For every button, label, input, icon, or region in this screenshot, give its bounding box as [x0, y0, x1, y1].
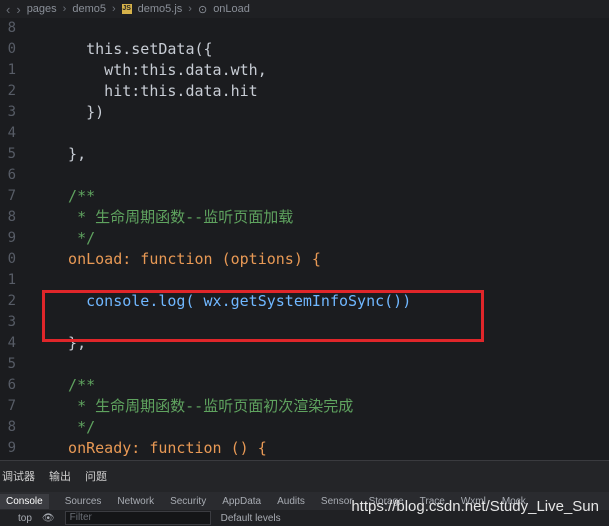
- line-number: 2: [7, 293, 16, 309]
- eye-icon[interactable]: 👁: [42, 513, 55, 524]
- chevron-right-icon: ›: [62, 3, 67, 15]
- context-select[interactable]: top: [18, 513, 32, 524]
- line-number: 4: [7, 335, 16, 351]
- line-number: 7: [7, 188, 16, 204]
- code-line[interactable]: wth:this.data.wth,: [50, 60, 267, 81]
- breadcrumb-item-function[interactable]: onLoad: [213, 3, 250, 15]
- tab-problems[interactable]: 问题: [85, 468, 107, 484]
- breadcrumb: ‹ › pages › demo5 › JS demo5.js › ⊙ onLo…: [0, 0, 609, 18]
- code-line[interactable]: */: [50, 417, 95, 438]
- code-line[interactable]: * 生命周期函数--监听页面加载: [50, 207, 293, 228]
- breadcrumb-item-pages[interactable]: pages: [27, 3, 57, 15]
- tab-security[interactable]: Security: [170, 496, 206, 507]
- line-number: 0: [7, 251, 16, 267]
- line-number: 6: [7, 377, 16, 393]
- tab-audits[interactable]: Audits: [277, 496, 305, 507]
- line-number: 6: [7, 167, 16, 183]
- code-line[interactable]: */: [50, 228, 95, 249]
- function-icon: ⊙: [197, 3, 208, 16]
- breadcrumb-item-demo5[interactable]: demo5: [72, 3, 106, 15]
- code-line[interactable]: /**: [50, 375, 95, 396]
- tab-console[interactable]: Console: [0, 493, 49, 509]
- code-line[interactable]: onReady: function () {: [50, 438, 267, 459]
- tab-sensor[interactable]: Sensor: [321, 496, 353, 507]
- code-line[interactable]: }): [50, 102, 104, 123]
- line-number: 2: [7, 83, 16, 99]
- code-line[interactable]: onLoad: function (options) {: [50, 249, 321, 270]
- tab-sources[interactable]: Sources: [65, 496, 102, 507]
- code-line[interactable]: /**: [50, 186, 95, 207]
- line-number: 7: [7, 398, 16, 414]
- line-number: 5: [7, 356, 16, 372]
- code-line[interactable]: * 生命周期函数--监听页面初次渲染完成: [50, 396, 353, 417]
- back-arrow-icon[interactable]: ‹: [6, 2, 10, 17]
- line-number: 9: [7, 230, 16, 246]
- line-number: 5: [7, 146, 16, 162]
- code-line[interactable]: this.setData({: [50, 39, 212, 60]
- breadcrumb-item-file[interactable]: demo5.js: [138, 3, 183, 15]
- line-number: 8: [7, 209, 16, 225]
- line-number: 0: [7, 41, 16, 57]
- line-number: 4: [7, 125, 16, 141]
- red-highlight-box: [42, 290, 484, 342]
- tab-debugger[interactable]: 调试器: [2, 468, 35, 484]
- line-number: 3: [7, 104, 16, 120]
- line-number: 8: [7, 20, 16, 36]
- line-number: 8: [7, 419, 16, 435]
- line-number: 1: [7, 62, 16, 78]
- filter-input[interactable]: Filter: [64, 511, 211, 525]
- watermark: https://blog.csdn.net/Study_Live_Sun: [351, 498, 599, 515]
- code-line[interactable]: hit:this.data.hit: [50, 81, 258, 102]
- code-editor[interactable]: 8 0 this.setData({ 1 wth:this.data.wth, …: [0, 18, 609, 460]
- tab-output[interactable]: 输出: [49, 468, 71, 484]
- panel-tabs: 调试器 输出 问题: [0, 468, 107, 484]
- tab-appdata[interactable]: AppData: [222, 496, 261, 507]
- code-line[interactable]: },: [50, 144, 86, 165]
- line-number: 3: [7, 314, 16, 330]
- line-number: 9: [7, 440, 16, 456]
- levels-dropdown[interactable]: Default levels: [221, 513, 281, 524]
- tab-network[interactable]: Network: [117, 496, 154, 507]
- line-number: 1: [7, 272, 16, 288]
- chevron-right-icon: ›: [188, 3, 192, 15]
- js-file-icon: JS: [121, 4, 132, 14]
- chevron-right-icon: ›: [111, 3, 116, 15]
- forward-arrow-icon[interactable]: ›: [16, 2, 20, 17]
